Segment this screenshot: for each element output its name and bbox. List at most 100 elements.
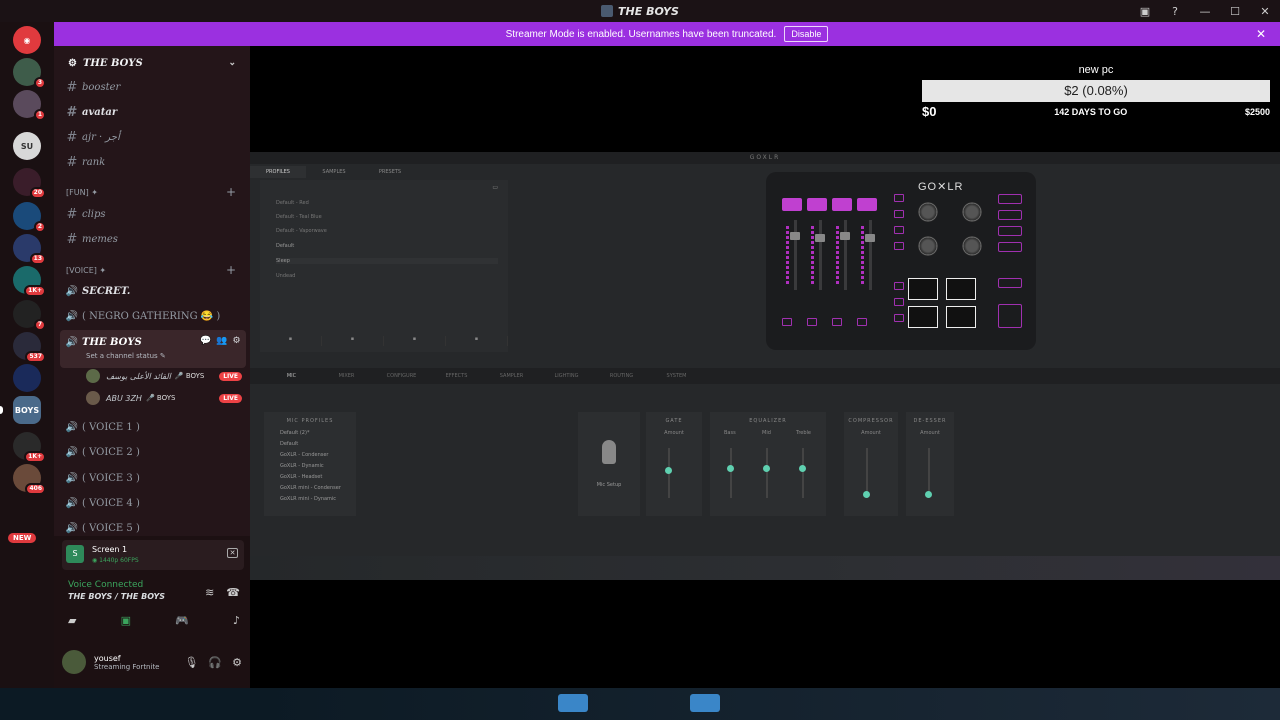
folder-icon[interactable]: ▭ [492,184,498,191]
settings-gear-icon[interactable]: ⚙ [232,656,242,669]
channel-ajr[interactable]: # ajr · أجر [62,126,246,148]
tab-profiles[interactable]: PROFILES [250,166,306,178]
eq-mid-slider[interactable] [766,448,768,498]
deesser-handle[interactable] [925,491,932,498]
mic-profile-item[interactable]: GoXLR mini - Condenser [280,485,341,491]
tab-samples[interactable]: SAMPLES [306,166,362,178]
taskbar-back-icon[interactable] [558,694,588,712]
channel-booster[interactable]: # booster [62,76,246,98]
mic-profile-item[interactable]: GoXLR - Headset [280,474,322,480]
server-icon-7[interactable]: 1K+ [13,266,46,297]
mic-profile-item[interactable]: Default [280,441,298,447]
add-channel-icon[interactable]: + [226,185,236,199]
add-channel-icon[interactable]: + [226,263,236,277]
category-fun[interactable]: [FUN] ✦ + [66,184,246,200]
camera-icon[interactable]: ▰ [68,614,76,627]
close-button[interactable]: ✕ [1250,5,1280,18]
server-icon-9[interactable]: 537 [13,332,46,363]
taskbar-forward-icon[interactable] [690,694,720,712]
voice-secret[interactable]: 🔊 SECRET. [62,280,246,302]
help-icon[interactable]: ? [1160,5,1190,18]
voice-gathering[interactable]: 🔊( NEGRO GATHERING 😂 ) [62,305,246,327]
category-voice[interactable]: [VOICE] ✦ + [66,262,246,278]
eq-treble-handle[interactable] [799,465,806,472]
section-tab[interactable]: MIC [264,368,319,384]
profile-item[interactable]: Sleep [276,258,498,264]
gate-slider-handle[interactable] [665,467,672,474]
add-member-icon[interactable]: 👥 [216,336,227,346]
section-tab[interactable]: LIGHTING [539,368,594,384]
new-icon[interactable]: ▪ [322,336,384,346]
channel-avatar[interactable]: # avatar [62,101,246,123]
server-icon-the-boys[interactable]: BOYS [0,396,41,424]
section-tab[interactable]: SAMPLER [484,368,539,384]
eq-treble-slider[interactable] [802,448,804,498]
rename-icon[interactable]: ▪ [384,336,446,346]
minimize-button[interactable]: — [1190,5,1220,18]
eq-bass-handle[interactable] [727,465,734,472]
new-badge[interactable]: NEW [8,533,37,543]
user-info[interactable]: yousef Streaming Fortnite 🎙 🎧 ⚙ [60,646,246,678]
delete-icon[interactable]: ▪ [446,336,508,346]
banner-close-icon[interactable]: ✕ [1256,27,1266,41]
channel-memes[interactable]: # memes [62,228,246,250]
microphone-icon[interactable]: 🎙 [184,656,198,669]
profile-item[interactable]: Default - Red [276,200,309,206]
maximize-button[interactable]: ☐ [1220,5,1250,18]
section-tab[interactable]: ROUTING [594,368,649,384]
noise-suppression-icon[interactable]: ≋ [205,586,214,599]
section-tab[interactable]: CONFIGURE [374,368,429,384]
share-screen-icon[interactable]: ▣ [121,614,131,627]
mic-profile-item[interactable]: GoXLR - Dynamic [280,463,324,469]
stream-preview[interactable]: S Screen 1 ◉ 1440p 60FPS ✕ [62,540,244,570]
save-icon[interactable]: ▪ [260,336,322,346]
server-header[interactable]: ⚙ THE BOYS ⌄ [54,52,250,74]
server-icon-2[interactable]: 1 [13,90,46,121]
gear-icon[interactable]: ⚙ [232,336,240,346]
voice-1[interactable]: 🔊( VOICE 1 ) [62,416,246,438]
section-tab[interactable]: SYSTEM [649,368,704,384]
voice-member[interactable]: القائد الأعلى يوسف 🎤 BOYS LIVE [86,366,246,386]
chat-icon[interactable]: 💬 [200,336,211,346]
tab-presets[interactable]: PRESETS [362,166,418,178]
voice-3[interactable]: 🔊( VOICE 3 ) [62,467,246,489]
mic-profile-item[interactable]: GoXLR - Condenser [280,452,328,458]
profile-item[interactable]: Default [276,243,294,249]
eq-mid-handle[interactable] [763,465,770,472]
eq-bass-slider[interactable] [730,448,732,498]
channel-rank[interactable]: # rank [62,151,246,173]
set-channel-status[interactable]: Set a channel status ✎ [86,352,166,360]
profile-item[interactable]: Undead [276,273,295,279]
channel-clips[interactable]: # clips [62,203,246,225]
server-icon-1[interactable]: 3 [13,58,46,89]
discord-home-icon[interactable]: ◉ [13,26,41,54]
server-icon-5[interactable]: 2 [13,202,46,233]
voice-4[interactable]: 🔊( VOICE 4 ) [62,492,246,514]
profile-item[interactable]: Default - Teal Blue [276,214,322,220]
stop-stream-icon[interactable]: ✕ [227,548,238,558]
soundboard-icon[interactable]: ♪ [233,614,240,627]
mic-setup-panel[interactable]: Mic Setup [578,412,640,516]
mic-profile-item[interactable]: Default (2)* [280,430,309,436]
voice-2[interactable]: 🔊( VOICE 2 ) [62,441,246,463]
section-tab[interactable]: MIXER [319,368,374,384]
disable-button[interactable]: Disable [784,26,829,42]
profile-item[interactable]: Default - Vaporwave [276,228,327,234]
server-icon-12[interactable]: 1K+ [13,432,46,463]
inbox-icon[interactable]: ▣ [1130,5,1160,18]
voice-member[interactable]: ABU 3ZH 🎤 BOYS LIVE [86,388,246,408]
disconnect-icon[interactable]: ☎ [226,586,240,599]
stream-view[interactable]: new pc $2 (0.08%) $0 142 DAYS TO GO $250… [250,46,1280,688]
activity-icon[interactable]: 🎮 [175,614,189,627]
voice-location[interactable]: THE BOYS / THE BOYS [68,592,165,601]
server-icon-8[interactable]: 7 [13,300,46,331]
server-icon-10[interactable] [13,364,41,392]
server-icon-6[interactable]: 13 [13,234,46,265]
server-icon-13[interactable]: 406 [13,464,46,495]
section-tab[interactable]: EFFECTS [429,368,484,384]
mic-profile-item[interactable]: GoXLR mini - Dynamic [280,496,336,502]
server-icon-4[interactable]: 20 [13,168,46,199]
headphones-icon[interactable]: 🎧 [208,656,222,669]
compressor-handle[interactable] [863,491,870,498]
server-icon-3[interactable]: SU [13,132,41,160]
